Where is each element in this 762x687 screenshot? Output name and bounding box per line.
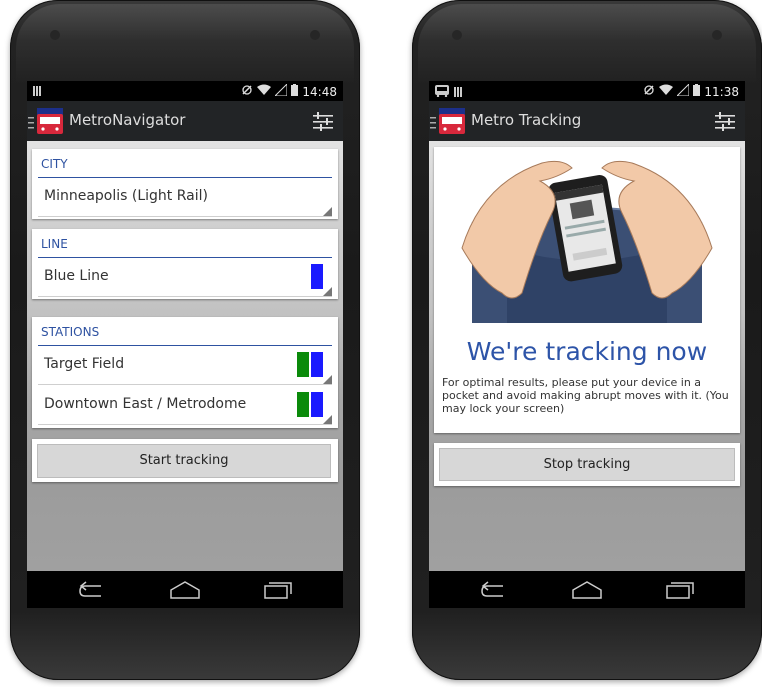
signal-icon (454, 86, 462, 100)
spinner-arrow-icon (323, 375, 332, 384)
status-bar: 14:48 (27, 81, 343, 101)
stop-tracking-button[interactable]: Stop tracking (439, 448, 735, 481)
tracking-title: We're tracking now (466, 337, 708, 366)
right-phone-frame: 11:38 Metro Tracking We're tracking now … (412, 0, 762, 680)
camera-dot (712, 30, 722, 40)
back-icon[interactable] (479, 580, 509, 604)
main-content: We're tracking now For optimal results, … (429, 141, 745, 571)
wifi-icon (659, 84, 674, 99)
sensor-dot (452, 30, 462, 40)
action-bar: Metro Tracking (429, 101, 745, 141)
recent-apps-icon[interactable] (665, 580, 695, 604)
tracking-card: We're tracking now For optimal results, … (434, 147, 740, 433)
cell-signal-icon (676, 82, 690, 99)
stations-header: STATIONS (41, 325, 100, 339)
right-screen: 11:38 Metro Tracking We're tracking now … (429, 81, 745, 608)
app-title: Metro Tracking (471, 111, 582, 129)
line-spinner[interactable]: Blue Line (38, 258, 332, 297)
wifi-icon (257, 84, 272, 99)
sensor-dot (50, 30, 60, 40)
app-title: MetroNavigator (69, 111, 186, 129)
signal-icon (33, 85, 41, 99)
drawer-icon[interactable] (28, 114, 34, 133)
station-color-swatch (297, 392, 309, 417)
stop-card: Stop tracking (434, 443, 740, 486)
city-value: Minneapolis (Light Rail) (44, 188, 208, 204)
action-bar: MetroNavigator (27, 101, 343, 141)
line-value: Blue Line (44, 268, 109, 284)
station-value: Target Field (44, 356, 125, 372)
battery-icon (291, 84, 299, 99)
cell-signal-icon (274, 82, 288, 99)
station-spinner[interactable]: Target Field (38, 346, 332, 385)
home-icon[interactable] (571, 580, 603, 604)
navigation-bar (27, 571, 343, 608)
sync-icon (241, 84, 253, 99)
spinner-arrow-icon (323, 287, 332, 296)
start-card: Start tracking (32, 439, 338, 482)
city-spinner[interactable]: Minneapolis (Light Rail) (38, 178, 332, 217)
city-card: CITY Minneapolis (Light Rail) (32, 149, 338, 219)
station-color-swatch (311, 392, 323, 417)
settings-sliders-icon[interactable] (715, 111, 735, 135)
line-card: LINE Blue Line (32, 229, 338, 299)
recent-apps-icon[interactable] (263, 580, 293, 604)
bus-icon (435, 85, 449, 100)
line-color-swatch (311, 264, 323, 289)
battery-icon (693, 84, 701, 99)
navigation-bar (429, 571, 745, 608)
city-header: CITY (41, 157, 68, 171)
station-color-swatch (297, 352, 309, 377)
pocket-hands-illustration (461, 160, 713, 323)
station-color-swatch (311, 352, 323, 377)
main-content: CITY Minneapolis (Light Rail) LINE Blue … (27, 141, 343, 571)
tracking-description: For optimal results, please put your dev… (442, 376, 729, 415)
left-phone-frame: 14:48 MetroNavigator CITY Minneapolis (L… (10, 0, 360, 680)
status-bar: 11:38 (429, 81, 745, 101)
home-icon[interactable] (169, 580, 201, 604)
app-icon[interactable] (439, 108, 465, 134)
start-tracking-button[interactable]: Start tracking (37, 444, 331, 478)
app-icon[interactable] (37, 108, 63, 134)
camera-dot (310, 30, 320, 40)
spinner-arrow-icon (323, 415, 332, 424)
back-icon[interactable] (77, 580, 107, 604)
stations-card: STATIONS Target Field Downtown East / Me… (32, 317, 338, 428)
status-time: 11:38 (704, 84, 739, 99)
settings-sliders-icon[interactable] (313, 111, 333, 135)
spinner-arrow-icon (323, 207, 332, 216)
sync-icon (643, 84, 655, 99)
left-screen: 14:48 MetroNavigator CITY Minneapolis (L… (27, 81, 343, 608)
station-value: Downtown East / Metrodome (44, 396, 247, 412)
drawer-icon[interactable] (430, 114, 436, 133)
station-spinner[interactable]: Downtown East / Metrodome (38, 386, 332, 425)
status-time: 14:48 (302, 84, 337, 99)
line-header: LINE (41, 237, 68, 251)
